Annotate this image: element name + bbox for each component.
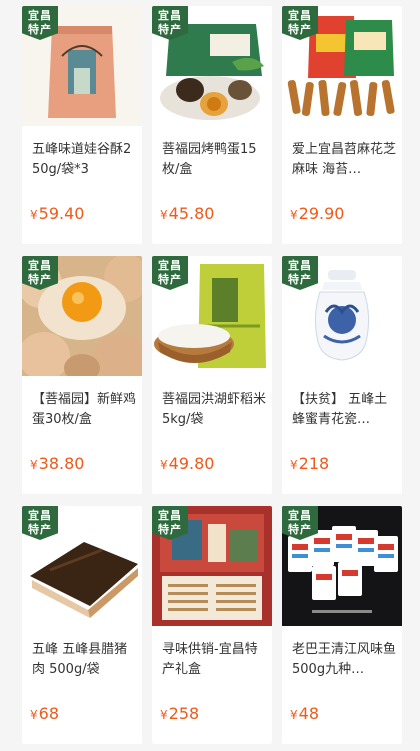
product-title: 【菩福园】新鲜鸡蛋30枚/盒 [32,392,136,427]
product-card[interactable]: 宜昌 特产 五峰味道娃谷酥250g/袋*3 ¥59.40 [22,6,142,244]
product-price: ¥59.40 [30,204,85,223]
product-card[interactable]: 宜昌 特产 五峰 五峰县腊猪肉 500g/袋 ¥68 [22,506,142,744]
product-grid: 宜昌 特产 五峰味道娃谷酥250g/袋*3 ¥59.40 宜昌 特产 菩福园烤鸭蛋1… [0,0,420,751]
product-price: ¥218 [290,454,330,473]
product-card[interactable]: 宜昌 特产 【扶贫】 五峰土蜂蜜青花瓷… ¥218 [282,256,402,494]
local-specialty-badge: 宜昌 特产 [152,506,188,540]
product-card[interactable]: 宜昌 特产 老巴王清江风味鱼500g九种… ¥48 [282,506,402,744]
product-card[interactable]: 宜昌 特产 【菩福园】新鲜鸡蛋30枚/盒 ¥38.80 [22,256,142,494]
product-price: ¥49.80 [160,454,215,473]
product-card[interactable]: 宜昌 特产 菩福园烤鸭蛋15枚/盒 ¥45.80 [152,6,272,244]
product-price: ¥258 [160,704,200,723]
product-title: 【扶贫】 五峰土蜂蜜青花瓷… [292,392,388,427]
local-specialty-badge: 宜昌 特产 [152,6,188,40]
product-title: 菩福园洪湖虾稻米5kg/袋 [162,392,266,427]
product-price: ¥48 [290,704,319,723]
product-title: 寻味供销-宜昌特产礼盒 [162,642,258,677]
product-price: ¥38.80 [30,454,85,473]
product-title: 五峰 五峰县腊猪肉 500g/袋 [32,642,128,677]
product-price: ¥29.90 [290,204,345,223]
local-specialty-badge: 宜昌 特产 [22,506,58,540]
local-specialty-badge: 宜昌 特产 [282,256,318,290]
product-card[interactable]: 宜昌 特产 寻味供销-宜昌特产礼盒 ¥258 [152,506,272,744]
local-specialty-badge: 宜昌 特产 [22,256,58,290]
local-specialty-badge: 宜昌 特产 [152,256,188,290]
product-title: 老巴王清江风味鱼500g九种… [292,642,396,677]
product-title: 菩福园烤鸭蛋15枚/盒 [162,142,257,177]
product-price: ¥45.80 [160,204,215,223]
product-price: ¥68 [30,704,59,723]
product-card[interactable]: 宜昌 特产 爱上宜昌苕麻花芝麻味 海苔… ¥29.90 [282,6,402,244]
local-specialty-badge: 宜昌 特产 [22,6,58,40]
local-specialty-badge: 宜昌 特产 [282,506,318,540]
local-specialty-badge: 宜昌 特产 [282,6,318,40]
product-title: 爱上宜昌苕麻花芝麻味 海苔… [292,142,396,177]
product-title: 五峰味道娃谷酥250g/袋*3 [32,142,132,177]
product-card[interactable]: 宜昌 特产 菩福园洪湖虾稻米5kg/袋 ¥49.80 [152,256,272,494]
